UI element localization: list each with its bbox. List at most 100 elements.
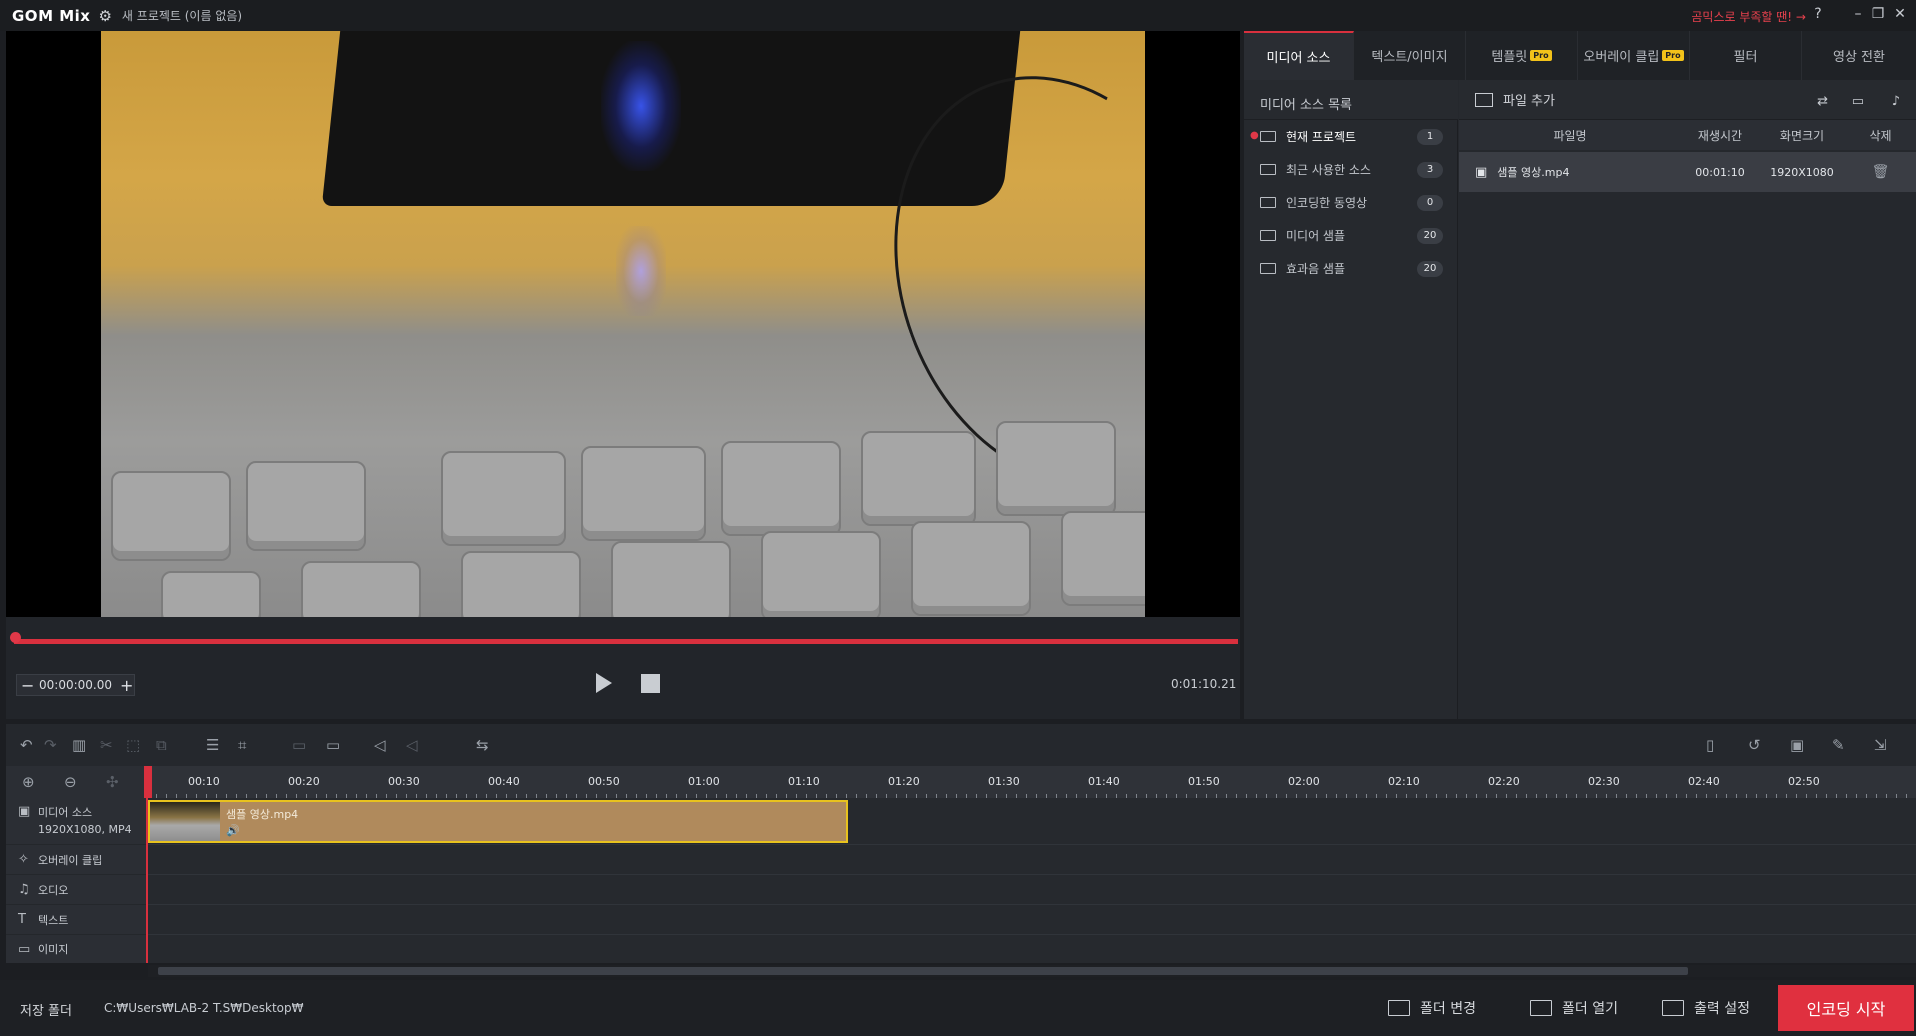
tab-overlay-clip[interactable]: 오버레이 클립 Pro — [1578, 31, 1690, 80]
keyboard-key — [301, 561, 421, 617]
file-table-header: 파일명 재생시간 화면크기 삭제 — [1459, 120, 1916, 150]
column-filename[interactable]: 파일명 — [1459, 127, 1681, 144]
playhead-line — [146, 798, 148, 963]
ruler-label: 02:00 — [1288, 775, 1320, 788]
time-stepper[interactable]: − 00:00:00.00 + — [16, 674, 135, 696]
current-time[interactable]: 00:00:00.00 — [35, 678, 116, 692]
save-icon[interactable]: ▣ — [1790, 736, 1804, 754]
ruler-label: 02:20 — [1488, 775, 1520, 788]
new-project-icon[interactable]: ▯ — [1706, 736, 1714, 754]
app-logo: GOM Mix — [12, 6, 91, 25]
timeline-ruler[interactable]: 00:10 00:20 00:30 00:40 00:50 01:00 01:10 01:20… — [146, 766, 1916, 798]
plus-icon[interactable]: + — [116, 676, 134, 695]
light-reflection — [616, 226, 666, 316]
fit-icon[interactable]: ✣ — [106, 773, 119, 791]
track-image[interactable] — [146, 935, 1916, 963]
start-encoding-button[interactable]: 인코딩 시작 — [1778, 985, 1914, 1031]
right-panel: 미디어 소스 텍스트/이미지 템플릿 Pro 오버레이 클립 Pro 필터 영상 전… — [1244, 31, 1916, 719]
trash-icon[interactable]: 🗑 — [1845, 164, 1916, 180]
video-clip[interactable]: 샘플 영상.mp4 🔊 — [148, 800, 848, 843]
help-button[interactable]: ? — [1808, 6, 1828, 22]
save-folder-label: 저장 폴더 — [20, 1004, 72, 1019]
play-icon[interactable] — [596, 673, 612, 693]
minimize-button[interactable]: – — [1848, 6, 1868, 22]
minus-icon[interactable]: − — [17, 676, 35, 695]
source-item-label: 최근 사용한 소스 — [1286, 163, 1371, 177]
table-row[interactable]: ▣ 샘플 영상.mp4 00:01:10 1920X1080 🗑 — [1459, 152, 1916, 192]
image-left-icon[interactable]: ▭ — [292, 736, 306, 754]
select-icon[interactable]: ⬚ — [126, 736, 140, 754]
folder-icon — [1530, 1000, 1552, 1016]
promo-link[interactable]: 곰믹스로 부족할 땐! → — [1691, 8, 1806, 25]
restore-button[interactable]: ❐ — [1868, 6, 1888, 22]
zoom-out-icon[interactable]: ⊖ — [64, 773, 77, 791]
track-overlay-title: 오버레이 클립 — [38, 853, 103, 867]
total-time: 0:01:10.21 — [1171, 677, 1237, 691]
adjust-icon[interactable]: ☰ — [206, 736, 219, 754]
output-settings-button[interactable]: 출력 설정 — [1662, 990, 1750, 1026]
playhead-handle[interactable] — [144, 766, 152, 798]
stop-icon[interactable] — [641, 674, 660, 693]
track-label-image: ▭ 이미지 — [6, 935, 146, 963]
tab-transition[interactable]: 영상 전환 — [1802, 31, 1916, 80]
track-text[interactable] — [146, 905, 1916, 935]
open-folder-button[interactable]: 폴더 열기 — [1530, 990, 1618, 1026]
tab-media-source[interactable]: 미디어 소스 — [1244, 31, 1354, 80]
timeline-scrollbar[interactable] — [148, 965, 1916, 977]
output-settings-label: 출력 설정 — [1694, 1001, 1750, 1017]
zoom-in-icon[interactable]: ⊕ — [22, 773, 35, 791]
track-label-text: T 텍스트 — [6, 905, 146, 935]
folder-icon — [1260, 164, 1276, 175]
zoom-controls: ⊕ ⊖ ✣ — [6, 766, 146, 798]
source-item-label: 현재 프로젝트 — [1286, 130, 1357, 144]
crop-icon[interactable]: ⌗ — [238, 736, 246, 754]
open-folder-label: 폴더 열기 — [1562, 1001, 1618, 1017]
progress-bar[interactable] — [14, 639, 1238, 644]
gear-icon[interactable]: ⚙ — [98, 7, 111, 25]
column-size[interactable]: 화면크기 — [1759, 127, 1845, 144]
ruler-label: 00:50 — [588, 775, 620, 788]
track-media-info: 1920X1080, MP4 — [38, 823, 132, 836]
source-item-sfx-samples[interactable]: 효과음 샘플 20 — [1244, 252, 1457, 285]
add-file-icon[interactable] — [1475, 92, 1493, 107]
scrollbar-thumb[interactable] — [158, 967, 1688, 975]
tab-label: 영상 전환 — [1833, 50, 1885, 65]
open-project-icon[interactable]: ↺ — [1748, 736, 1761, 754]
source-item-encoded[interactable]: 인코딩한 동영상 0 — [1244, 186, 1457, 219]
image-right-icon[interactable]: ▭ — [326, 736, 340, 754]
volume-icon[interactable]: ◁ — [374, 736, 386, 754]
screen-share-icon[interactable]: ⇆ — [476, 736, 489, 754]
close-button[interactable]: ✕ — [1890, 6, 1910, 22]
track-audio[interactable] — [146, 875, 1916, 905]
active-dot-icon: ● — [1250, 130, 1259, 141]
convert-icon[interactable]: ⇄ — [1817, 94, 1828, 109]
export-icon[interactable]: ⇲ — [1874, 736, 1887, 754]
file-size: 1920X1080 — [1770, 165, 1834, 179]
mute-icon[interactable]: ◁ — [406, 736, 418, 754]
track-labels: ▣ 미디어 소스 1920X1080, MP4 ✧ 오버레이 클립 ♫ 오디오 … — [6, 798, 146, 963]
column-duration[interactable]: 재생시간 — [1681, 127, 1759, 144]
track-label-overlay: ✧ 오버레이 클립 — [6, 845, 146, 875]
split-icon[interactable]: ⧉ — [156, 736, 167, 754]
redo-icon[interactable]: ↷ — [44, 736, 57, 754]
video-preview — [6, 31, 1240, 617]
video-frame — [101, 31, 1145, 617]
save-as-icon[interactable]: ✎ — [1832, 736, 1845, 754]
change-folder-button[interactable]: 폴더 변경 — [1388, 990, 1476, 1026]
track-overlay[interactable] — [146, 845, 1916, 875]
tab-text-image[interactable]: 텍스트/이미지 — [1354, 31, 1466, 80]
add-file-button[interactable]: 파일 추가 — [1503, 90, 1555, 109]
delete-icon[interactable]: ▥ — [72, 736, 86, 754]
count-badge: 3 — [1417, 161, 1443, 178]
source-item-current-project[interactable]: ● 현재 프로젝트 1 — [1244, 120, 1457, 153]
tab-template[interactable]: 템플릿 Pro — [1466, 31, 1578, 80]
cut-icon[interactable]: ✂ — [100, 736, 113, 754]
tab-filter[interactable]: 필터 — [1690, 31, 1802, 80]
keyboard-key — [461, 551, 581, 617]
progress-handle[interactable] — [10, 632, 21, 643]
source-item-recent[interactable]: 최근 사용한 소스 3 — [1244, 153, 1457, 186]
music-icon[interactable]: ♪ — [1892, 94, 1900, 109]
source-item-media-samples[interactable]: 미디어 샘플 20 — [1244, 219, 1457, 252]
screen-icon[interactable]: ▭ — [1852, 94, 1864, 109]
undo-icon[interactable]: ↶ — [20, 736, 33, 754]
